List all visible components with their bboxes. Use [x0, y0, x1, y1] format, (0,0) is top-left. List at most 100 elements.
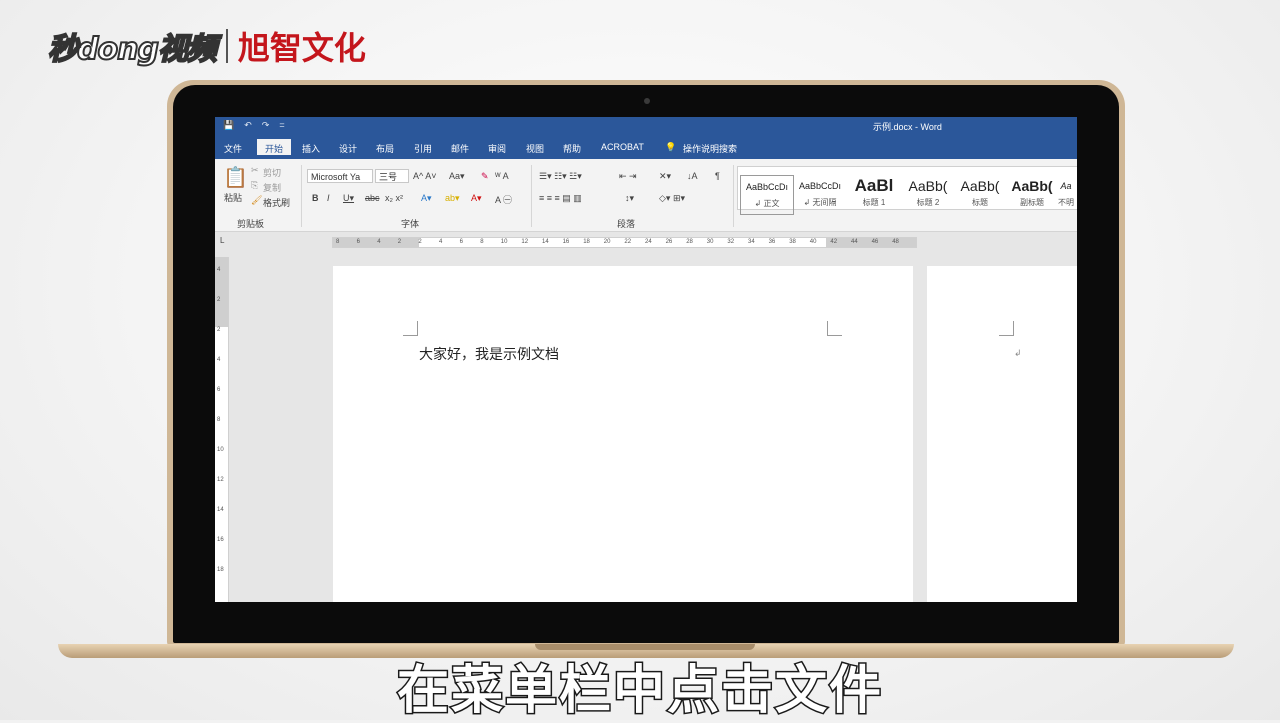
- ruler-number: 26: [665, 239, 673, 245]
- cut-button[interactable]: 剪切: [263, 166, 281, 179]
- underline-icon[interactable]: U▾: [343, 193, 354, 204]
- font-size-select[interactable]: 三号: [375, 169, 409, 183]
- style-heading-1[interactable]: AaBl 标题 1: [848, 175, 900, 213]
- vruler-number: 4: [217, 357, 221, 363]
- ruler-number: 18: [583, 239, 590, 245]
- font-name-select[interactable]: Microsoft Ya: [307, 169, 373, 183]
- document-text[interactable]: 大家好，我是示例文档: [419, 344, 559, 364]
- vertical-ruler: 4 2 2 4 6 8 10 12 14 16 18: [215, 257, 229, 602]
- document-page[interactable]: 大家好，我是示例文档: [333, 266, 913, 602]
- phonetic-icon[interactable]: ᵂ A: [495, 171, 509, 181]
- vruler-number: 16: [217, 537, 224, 543]
- highlight-icon[interactable]: ab▾: [445, 193, 460, 204]
- show-marks-icon[interactable]: ¶: [715, 171, 720, 181]
- crop-mark: [403, 321, 418, 336]
- ruler-number: 38: [789, 239, 796, 245]
- ruler-number: 46: [871, 239, 879, 245]
- group-divider: [531, 165, 532, 227]
- font-color-icon[interactable]: A▾: [471, 193, 482, 204]
- tab-home[interactable]: 开始: [257, 139, 292, 155]
- customize-qat-icon[interactable]: =: [279, 120, 284, 131]
- tab-help[interactable]: 帮助: [563, 142, 581, 155]
- tab-design[interactable]: 设计: [339, 142, 357, 155]
- tab-file[interactable]: 文件: [224, 142, 242, 155]
- tab-references[interactable]: 引用: [414, 142, 432, 155]
- subscript-icon[interactable]: x₂ x²: [385, 193, 403, 203]
- tell-me-search[interactable]: 操作说明搜索: [683, 142, 737, 155]
- ruler-number: 4: [377, 239, 381, 245]
- ruler-number: 30: [706, 239, 714, 245]
- line-spacing-icon[interactable]: ↕▾: [625, 193, 634, 204]
- bullets-icon[interactable]: ☰▾ ☷▾ ☳▾: [539, 171, 582, 182]
- tab-mailings[interactable]: 邮件: [451, 142, 469, 155]
- ruler-number: 4: [439, 239, 443, 245]
- ruler-number: 2: [418, 239, 422, 245]
- style-subtitle[interactable]: AaBb(副标题: [1006, 175, 1058, 213]
- ruler-number: 2: [397, 239, 402, 245]
- ruler-number: 42: [830, 239, 838, 245]
- bold-icon[interactable]: B: [312, 193, 319, 203]
- logo-miaodong: 秒dong视频: [47, 31, 218, 68]
- grow-font-icon[interactable]: A^ A˅: [413, 171, 437, 181]
- text-effects-icon[interactable]: A▾: [421, 193, 432, 204]
- indent-icon[interactable]: ⇤ ⇥: [619, 171, 637, 182]
- strikethrough-icon[interactable]: abc: [365, 193, 380, 203]
- paste-button[interactable]: 粘贴: [224, 191, 242, 204]
- undo-icon[interactable]: ↶: [244, 120, 252, 131]
- ruler-number: 22: [624, 239, 632, 245]
- vruler-number: 6: [217, 387, 221, 393]
- document-title: 示例.docx - Word: [873, 122, 942, 132]
- vruler-number: 4: [217, 267, 221, 273]
- ruler-number: 20: [603, 239, 611, 245]
- ribbon-tabs: 文件 开始 插入 设计 布局 引用 邮件 审阅 视图 帮助 ACROBAT 💡 …: [215, 137, 1077, 159]
- ruler-number: 48: [892, 239, 899, 245]
- ribbon-home: 📋 粘贴 ✂ 剪切 ⎘ 复制 🖌 格式刷 剪贴板 Microsoft Ya 三号…: [215, 159, 1077, 232]
- tab-review[interactable]: 审阅: [488, 142, 506, 155]
- ruler-number: 34: [748, 239, 755, 245]
- ruler-number: 44: [851, 239, 858, 245]
- copy-icon[interactable]: ⎘: [251, 180, 258, 191]
- style-title[interactable]: AaBb(标题: [954, 175, 1006, 213]
- title-bar: 💾 ↶ ↷ = 示例.docx - Word: [215, 117, 1077, 137]
- word-window: 💾 ↶ ↷ = 示例.docx - Word 文件 开始 插入 设计 布局 引用…: [215, 117, 1077, 602]
- crop-mark: [827, 321, 842, 336]
- tab-insert[interactable]: 插入: [302, 142, 320, 155]
- group-divider: [301, 165, 302, 227]
- asian-layout-icon[interactable]: ✕▾: [659, 171, 671, 182]
- ruler-number: 32: [727, 239, 735, 245]
- italic-icon[interactable]: I: [327, 193, 330, 203]
- tab-selector[interactable]: L: [220, 236, 224, 245]
- save-icon[interactable]: 💾: [223, 120, 234, 131]
- style-heading-2[interactable]: AaBb(标题 2: [902, 175, 954, 213]
- brand-logo: 秒dong视频 旭智文化: [47, 24, 366, 68]
- scissors-icon[interactable]: ✂: [251, 165, 259, 176]
- clear-formatting-icon[interactable]: ✎: [481, 171, 489, 182]
- font-group-label: 字体: [401, 219, 420, 229]
- paragraph-group-label: 段落: [617, 219, 636, 229]
- tab-view[interactable]: 视图: [526, 142, 544, 155]
- sort-icon[interactable]: ↓A: [687, 171, 698, 181]
- group-divider: [733, 165, 734, 227]
- shading-icon[interactable]: ◇▾ ⊞▾: [659, 193, 685, 204]
- ruler-strip: 8 6 4 2 2 4 6 8 10 12 14 16 18 20 22 24 26 28 30 32 34 36 38 40…: [332, 237, 917, 248]
- paragraph-mark: ↲: [1014, 348, 1022, 358]
- style-no-spacing[interactable]: AaBbCcDı ↲ 无间隔: [794, 175, 846, 213]
- webcam: [644, 98, 650, 104]
- align-icon[interactable]: ≡ ≡ ≡ ▤ ▥: [539, 193, 582, 204]
- change-case-icon[interactable]: Aa▾: [449, 171, 465, 182]
- tab-acrobat[interactable]: ACROBAT: [601, 142, 644, 152]
- format-painter-icon[interactable]: 🖌: [251, 195, 262, 206]
- style-subtle[interactable]: Aa 不明: [1056, 175, 1076, 213]
- format-painter-button[interactable]: 格式刷: [263, 196, 290, 209]
- vruler-number: 12: [217, 477, 224, 483]
- left-margin-area: [333, 238, 419, 247]
- paste-icon[interactable]: 📋: [223, 165, 248, 190]
- tab-layout[interactable]: 布局: [376, 142, 394, 155]
- copy-button[interactable]: 复制: [263, 181, 281, 194]
- style-normal[interactable]: AaBbCcDı ↲ 正文: [740, 175, 794, 215]
- char-shading-icon[interactable]: A ㊀: [495, 193, 512, 206]
- document-page-2[interactable]: ↲: [927, 266, 1077, 602]
- redo-icon[interactable]: ↷: [262, 120, 270, 131]
- vruler-number: 8: [217, 417, 221, 423]
- crop-mark: [999, 321, 1014, 336]
